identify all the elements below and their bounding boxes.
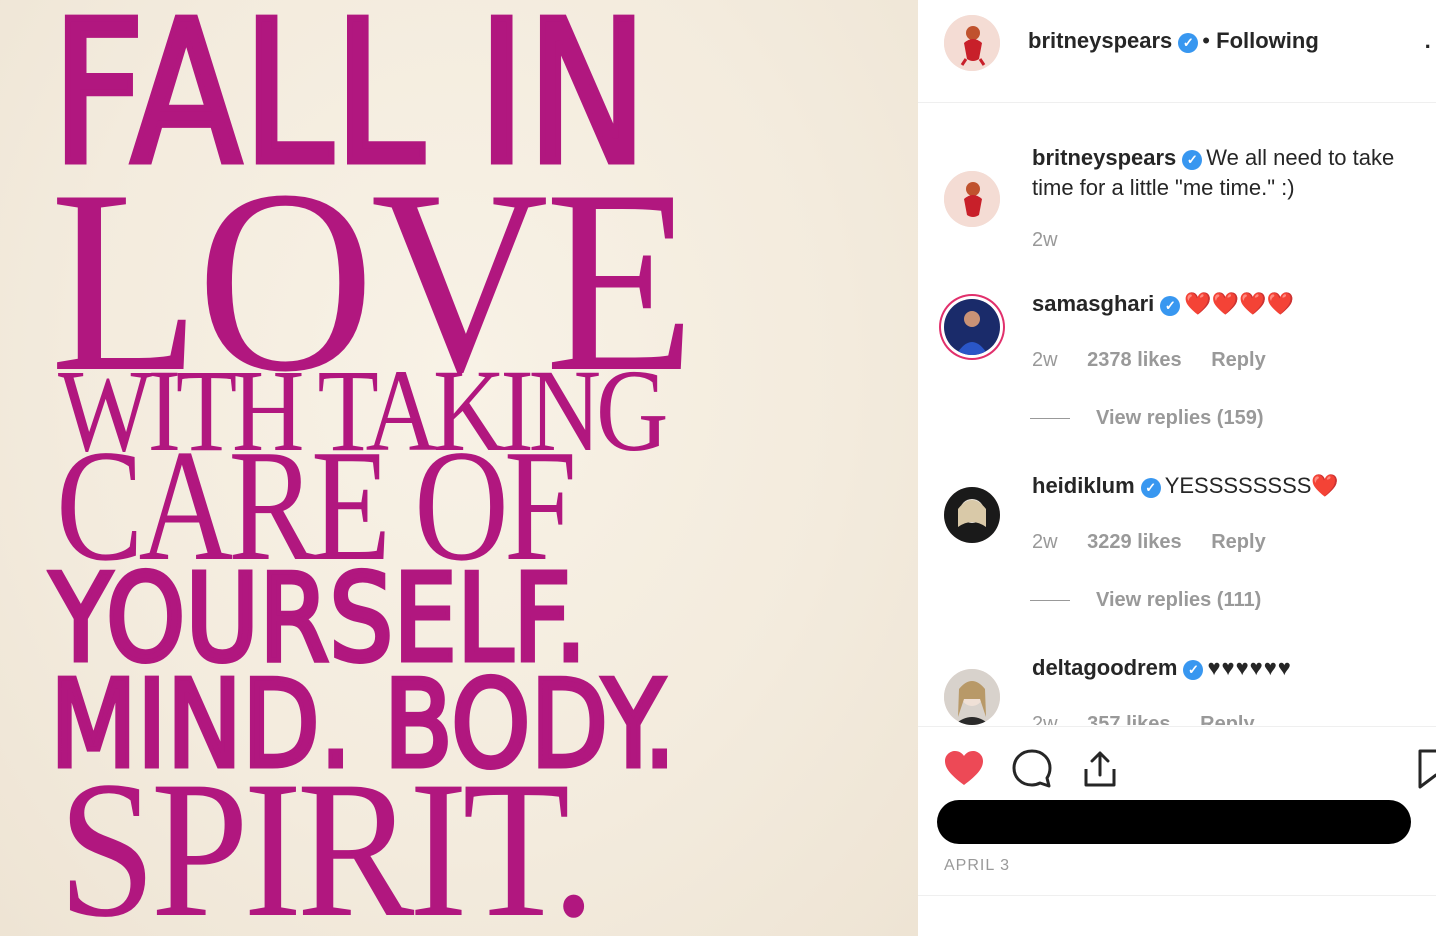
- comment-text-block: samasghari ✓ ❤️❤️❤️❤️: [1032, 289, 1436, 319]
- comment-meta: 2w: [1032, 229, 1082, 252]
- post-side-panel: britneyspears ✓ • Following · britneyspear…: [918, 0, 1436, 936]
- comment-likes[interactable]: 357 likes: [1087, 713, 1170, 725]
- poster-line-spirit: SPIRIT.: [58, 741, 596, 937]
- header-text: britneyspears ✓ • Following: [1028, 28, 1319, 54]
- avatar-image-icon: [944, 171, 1000, 227]
- reply-button[interactable]: Reply: [1200, 713, 1254, 725]
- comment-username[interactable]: heidiklum: [1032, 473, 1135, 498]
- comment-avatar[interactable]: [944, 171, 1000, 227]
- post-image[interactable]: FALL IN LOVE WITH TAKING CARE OF YOURSEL…: [0, 0, 918, 936]
- view-replies-dash: [1030, 600, 1070, 602]
- comment-avatar[interactable]: [944, 669, 1000, 725]
- verified-badge-icon: ✓: [1182, 150, 1203, 170]
- comment-username[interactable]: deltagoodrem: [1032, 655, 1177, 680]
- comment-avatar[interactable]: [944, 487, 1000, 543]
- action-bar: APRIL 3: [918, 726, 1436, 937]
- comment-avatar[interactable]: [944, 299, 1000, 355]
- comment-body: YESSSSSSSS❤️: [1164, 473, 1339, 498]
- verified-badge-icon: ✓: [1160, 296, 1181, 316]
- comment-meta: 2w 357 likes Reply: [1032, 713, 1279, 725]
- reply-button[interactable]: Reply: [1211, 349, 1265, 371]
- avatar-image-icon: [944, 487, 1000, 543]
- comment-body: ❤️❤️❤️❤️: [1184, 291, 1294, 316]
- avatar-image-icon: [944, 15, 1000, 71]
- verified-badge-icon: ✓: [1183, 660, 1204, 680]
- view-replies-dash: [1030, 418, 1070, 420]
- reply-button[interactable]: Reply: [1211, 531, 1265, 553]
- comment-meta: 2w 2378 likes Reply: [1032, 349, 1290, 372]
- comment-likes[interactable]: 3229 likes: [1087, 531, 1182, 553]
- comment-bubble-icon[interactable]: [1010, 747, 1054, 791]
- comment-body: ♥♥♥♥♥♥: [1207, 655, 1292, 680]
- comment-likes[interactable]: 2378 likes: [1087, 349, 1182, 371]
- bookmark-icon[interactable]: [1416, 747, 1436, 791]
- comment-time[interactable]: 2w: [1032, 229, 1058, 251]
- comment-username[interactable]: samasghari: [1032, 291, 1154, 316]
- comment-time[interactable]: 2w: [1032, 349, 1058, 371]
- comment-text-block: britneyspears ✓ We all need to take time f…: [1032, 143, 1436, 203]
- avatar-image-icon: [944, 299, 1000, 355]
- following-button[interactable]: Following: [1216, 28, 1319, 53]
- view-replies-button[interactable]: View replies (159): [1030, 407, 1264, 430]
- add-comment-section[interactable]: [918, 895, 1436, 938]
- more-options-icon[interactable]: ·: [1425, 34, 1432, 60]
- view-replies-label: View replies (159): [1096, 407, 1264, 429]
- post-date[interactable]: APRIL 3: [944, 857, 1010, 875]
- view-replies-label: View replies (111): [1096, 589, 1262, 611]
- avatar-image-icon: [944, 669, 1000, 725]
- like-heart-icon[interactable]: [942, 747, 986, 791]
- comment-meta: 2w 3229 likes Reply: [1032, 531, 1290, 554]
- share-icon[interactable]: [1078, 747, 1122, 791]
- verified-badge-icon: ✓: [1140, 478, 1161, 498]
- author-avatar[interactable]: [944, 15, 1000, 71]
- comment-time[interactable]: 2w: [1032, 713, 1058, 725]
- header-separator: •: [1202, 28, 1210, 53]
- comment-text-block: deltagoodrem ✓ ♥♥♥♥♥♥: [1032, 653, 1436, 683]
- author-username[interactable]: britneyspears: [1028, 28, 1172, 53]
- post-header: britneyspears ✓ • Following ·: [918, 0, 1436, 103]
- comment-list[interactable]: britneyspears ✓ We all need to take time f…: [918, 103, 1436, 725]
- view-replies-button[interactable]: View replies (111): [1030, 589, 1261, 612]
- comment-username[interactable]: britneyspears: [1032, 145, 1176, 170]
- comment-time[interactable]: 2w: [1032, 531, 1058, 553]
- comment-text-block: heidiklum ✓ YESSSSSSSS❤️: [1032, 471, 1436, 501]
- verified-badge-icon: ✓: [1178, 33, 1199, 53]
- likes-count-redacted: [937, 800, 1411, 844]
